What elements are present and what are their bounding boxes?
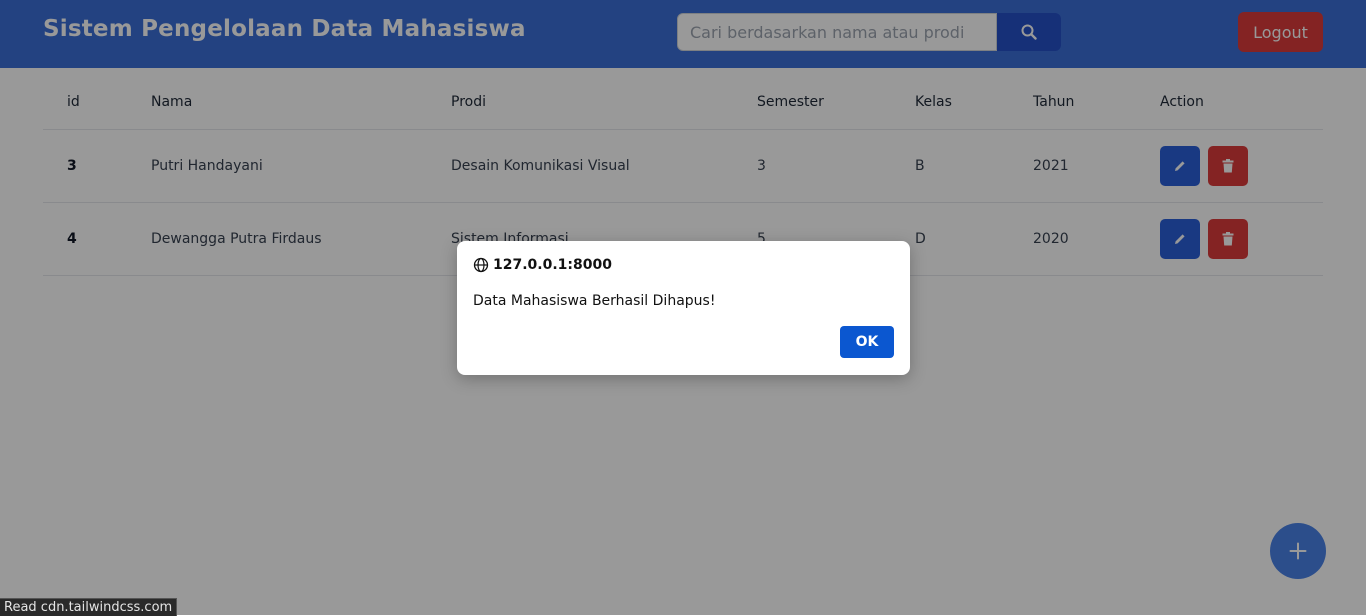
dialog-origin-text: 127.0.0.1:8000 (493, 257, 612, 273)
dialog-message: Data Mahasiswa Berhasil Dihapus! (473, 293, 716, 309)
ok-button[interactable]: OK (840, 326, 894, 358)
dialog-origin: 127.0.0.1:8000 (473, 257, 612, 273)
globe-icon (473, 257, 489, 273)
alert-dialog: 127.0.0.1:8000 Data Mahasiswa Berhasil D… (457, 241, 910, 375)
browser-status-bar: Read cdn.tailwindcss.com (0, 598, 178, 616)
